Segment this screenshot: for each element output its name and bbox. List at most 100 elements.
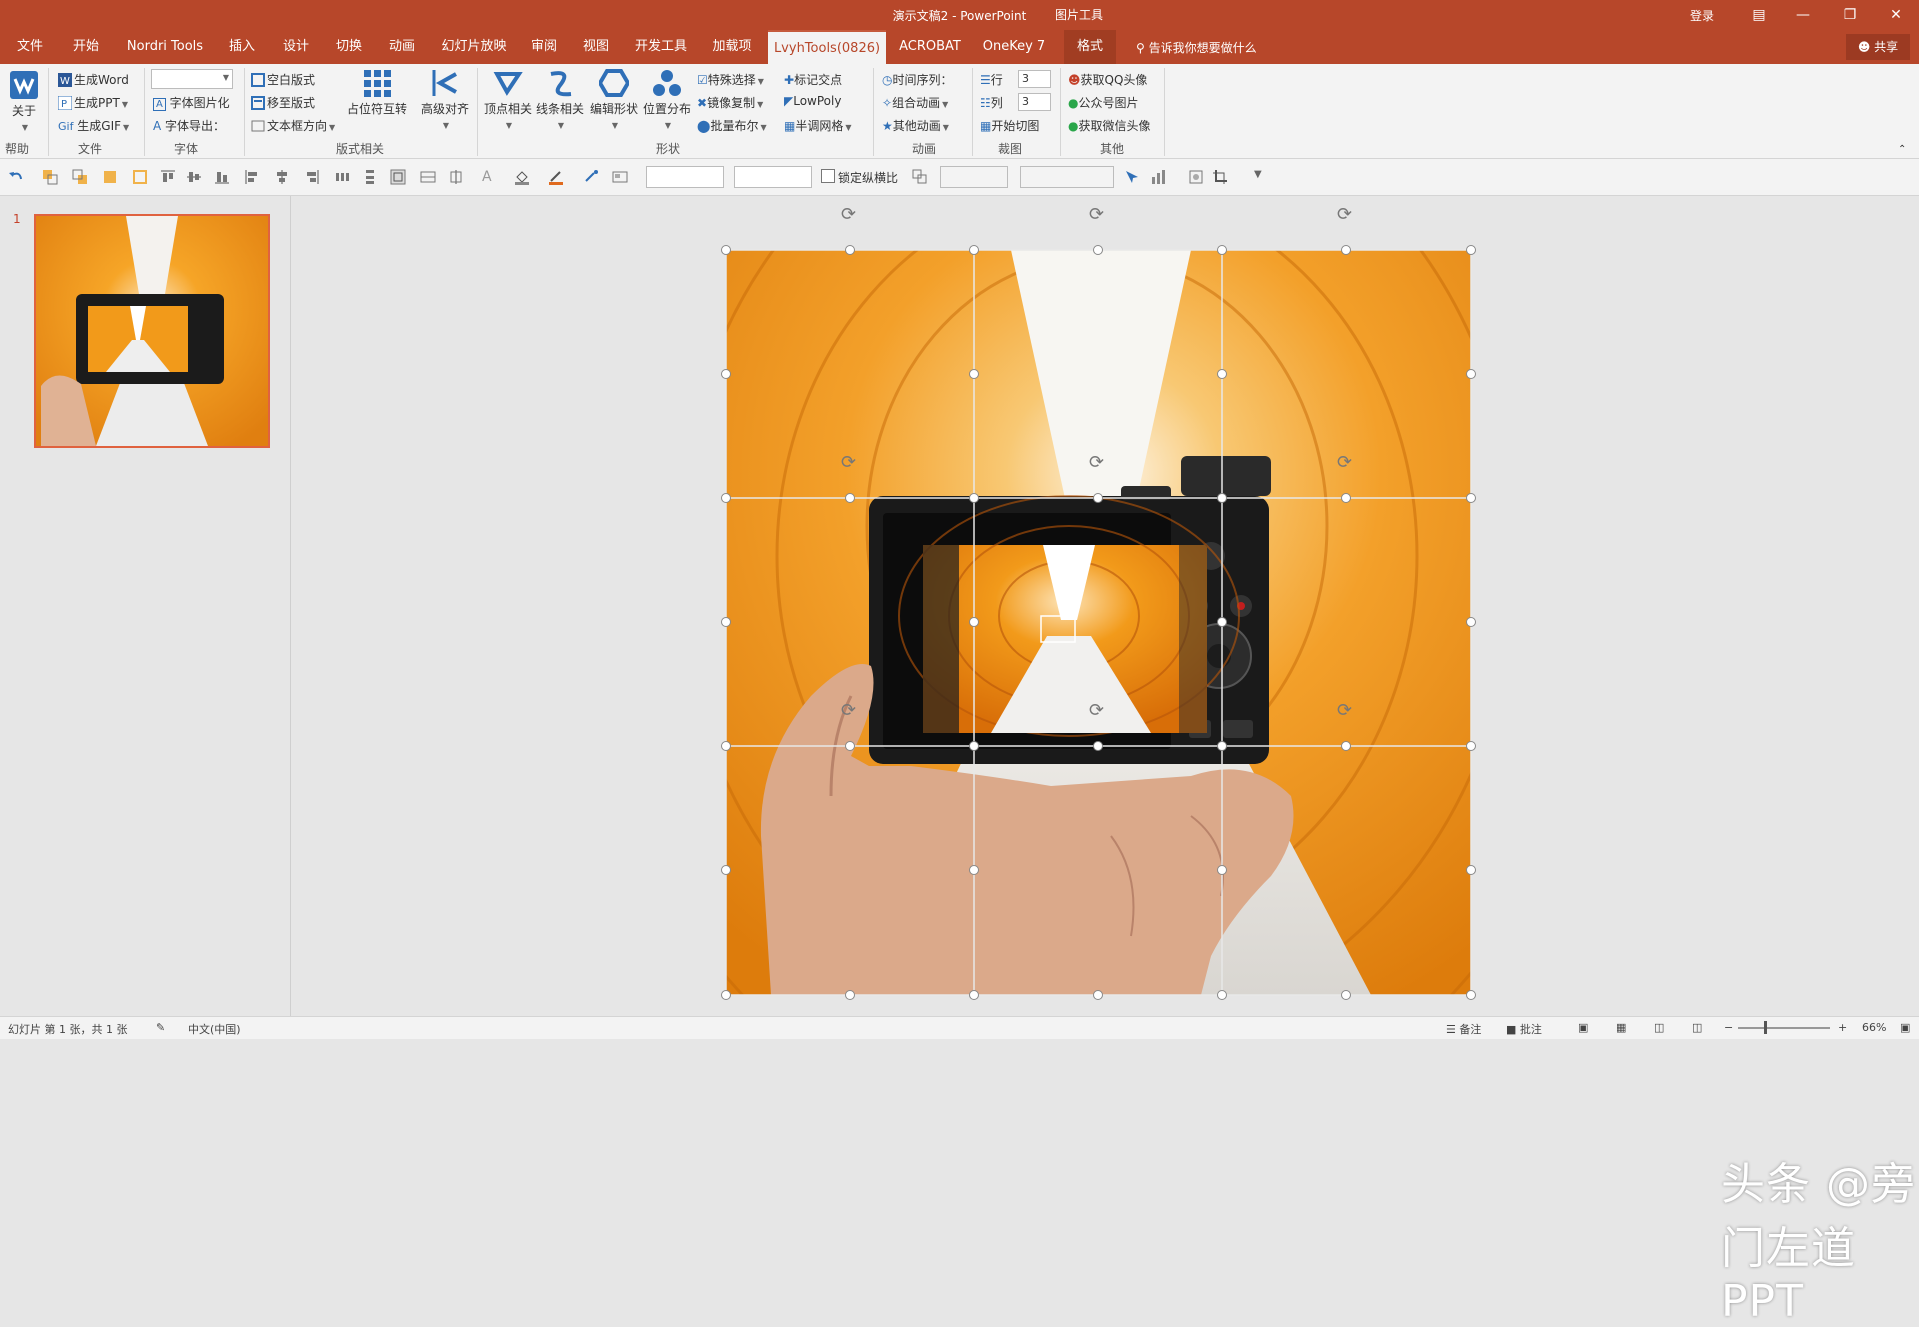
- get-wechat-avatar-button[interactable]: ●获取微信头像: [1068, 117, 1151, 134]
- spellcheck-icon[interactable]: ✎: [156, 1021, 165, 1034]
- resize-handle[interactable]: [969, 990, 979, 1000]
- resize-handle[interactable]: [1466, 865, 1476, 875]
- resize-handle[interactable]: [969, 741, 979, 751]
- resize-handle[interactable]: [1466, 369, 1476, 379]
- halftone-grid-button[interactable]: ▦半调网格 ▼: [784, 117, 852, 134]
- resize-handle[interactable]: [1093, 741, 1103, 751]
- shape-fill-icon[interactable]: [514, 169, 530, 185]
- edit-shape-button[interactable]: 编辑形状 ▼: [584, 68, 644, 131]
- zoom-slider[interactable]: [1738, 1027, 1830, 1029]
- font-combo[interactable]: ▼: [151, 69, 233, 89]
- size-icon[interactable]: [912, 169, 928, 185]
- ribbon-display-options-icon[interactable]: ▤: [1737, 3, 1781, 27]
- slide-canvas[interactable]: ⟳ ⟳ ⟳ ⟳ ⟳ ⟳ ⟳ ⟳ ⟳ 头条 @旁门左道PPT: [291, 196, 1919, 1327]
- rotate-handle-icon[interactable]: ⟳: [1337, 454, 1352, 472]
- batch-boolean-button[interactable]: ⬤批量布尔 ▼: [697, 117, 767, 134]
- rotate-handle-icon[interactable]: ⟳: [1337, 206, 1352, 224]
- rotate-handle-icon[interactable]: ⟳: [841, 702, 856, 720]
- resize-handle[interactable]: [1093, 493, 1103, 503]
- tell-me-search[interactable]: ⚲ 告诉我你想要做什么: [1136, 39, 1257, 56]
- width-input[interactable]: [734, 166, 812, 188]
- crop-style-combo[interactable]: [1020, 166, 1114, 188]
- tab-review[interactable]: 审阅: [524, 30, 564, 64]
- send-to-back-icon[interactable]: [132, 169, 148, 185]
- align-right-icon[interactable]: [304, 169, 320, 185]
- rows-spinner[interactable]: 3: [1018, 70, 1051, 88]
- bring-to-front-icon[interactable]: [102, 169, 118, 185]
- resize-handle[interactable]: [1217, 741, 1227, 751]
- resize-handle[interactable]: [1466, 493, 1476, 503]
- tab-transitions[interactable]: 切换: [329, 30, 369, 64]
- textbox-direction-button[interactable]: 文本框方向 ▼: [251, 117, 335, 134]
- shape-effects-icon[interactable]: [584, 169, 600, 185]
- height-input[interactable]: [646, 166, 724, 188]
- time-series-button[interactable]: ◷时间序列：: [882, 71, 953, 88]
- slideshow-icon[interactable]: ◫: [1692, 1021, 1702, 1034]
- undo-icon[interactable]: [8, 169, 24, 185]
- resize-handle[interactable]: [845, 990, 855, 1000]
- tab-format[interactable]: 格式: [1064, 30, 1116, 64]
- tab-onekey[interactable]: OneKey 7: [978, 30, 1050, 64]
- normal-view-icon[interactable]: ▣: [1578, 1021, 1588, 1034]
- align-center-icon[interactable]: [274, 169, 290, 185]
- tab-file[interactable]: 文件: [10, 30, 50, 64]
- bring-forward-icon[interactable]: [42, 169, 58, 185]
- send-backward-icon[interactable]: [72, 169, 88, 185]
- slide-sorter-icon[interactable]: ▦: [1616, 1021, 1626, 1034]
- zoom-out-icon[interactable]: −: [1724, 1021, 1733, 1034]
- rotate-handle-icon[interactable]: ⟳: [841, 206, 856, 224]
- distribute-button[interactable]: 位置分布 ▼: [637, 68, 697, 131]
- rotate-handle-icon[interactable]: ⟳: [841, 454, 856, 472]
- resize-handle[interactable]: [1466, 617, 1476, 627]
- resize-handle[interactable]: [1341, 245, 1351, 255]
- generate-gif-button[interactable]: Gif 生成GIF ▼: [58, 117, 129, 134]
- get-qq-avatar-button[interactable]: ☻获取QQ头像: [1068, 71, 1147, 88]
- close-icon[interactable]: ✕: [1874, 3, 1918, 27]
- notes-button[interactable]: ☰ 备注: [1446, 1021, 1481, 1037]
- comments-button[interactable]: ■ 批注: [1506, 1021, 1542, 1037]
- resize-handle[interactable]: [1341, 493, 1351, 503]
- generate-word-button[interactable]: W 生成Word: [58, 71, 129, 88]
- resize-handle[interactable]: [721, 741, 731, 751]
- resize-handle[interactable]: [845, 245, 855, 255]
- combo-animation-button[interactable]: ✧组合动画 ▼: [882, 94, 948, 111]
- reset-picture-icon[interactable]: [1188, 169, 1204, 185]
- resize-handle[interactable]: [1466, 741, 1476, 751]
- tab-slideshow[interactable]: 幻灯片放映: [436, 30, 512, 64]
- reading-view-icon[interactable]: ◫: [1654, 1021, 1664, 1034]
- rotate-handle-icon[interactable]: ⟳: [1089, 454, 1104, 472]
- start-crop-button[interactable]: ▦开始切图: [980, 117, 1039, 134]
- tab-developer[interactable]: 开发工具: [630, 30, 692, 64]
- same-height-icon[interactable]: [448, 169, 464, 185]
- slide-thumbnail[interactable]: [34, 214, 270, 448]
- crop-icon[interactable]: [1212, 169, 1228, 185]
- login-link[interactable]: 登录: [1690, 7, 1714, 24]
- resize-handle[interactable]: [1093, 245, 1103, 255]
- align-top-icon[interactable]: [160, 169, 176, 185]
- align-bottom-icon[interactable]: [214, 169, 230, 185]
- resize-handle[interactable]: [845, 493, 855, 503]
- restore-icon[interactable]: ❐: [1828, 3, 1872, 27]
- move-to-layout-button[interactable]: 移至版式: [251, 94, 315, 111]
- rotate-handle-icon[interactable]: ⟳: [1089, 702, 1104, 720]
- cols-spinner[interactable]: 3: [1018, 93, 1051, 111]
- resize-handle[interactable]: [1217, 990, 1227, 1000]
- resize-handle[interactable]: [1341, 741, 1351, 751]
- placeholder-swap-button[interactable]: 占位符互转: [347, 68, 407, 117]
- tab-home[interactable]: 开始: [66, 30, 106, 64]
- resize-handle[interactable]: [721, 493, 731, 503]
- lock-aspect-checkbox[interactable]: [821, 169, 835, 183]
- resize-handle[interactable]: [1217, 369, 1227, 379]
- picture-layout-icon[interactable]: [612, 169, 628, 185]
- selection-pane-icon[interactable]: [1124, 169, 1140, 185]
- language-indicator[interactable]: 中文(中国): [188, 1021, 241, 1037]
- align-left-icon[interactable]: [244, 169, 260, 185]
- fit-to-window-icon[interactable]: ▣: [1900, 1021, 1910, 1034]
- resize-handle[interactable]: [969, 493, 979, 503]
- selected-picture[interactable]: [291, 196, 1919, 1016]
- resize-handle[interactable]: [1217, 245, 1227, 255]
- resize-handle[interactable]: [969, 369, 979, 379]
- minimize-icon[interactable]: —: [1781, 3, 1825, 27]
- resize-handle[interactable]: [1217, 865, 1227, 875]
- resize-handle[interactable]: [1341, 990, 1351, 1000]
